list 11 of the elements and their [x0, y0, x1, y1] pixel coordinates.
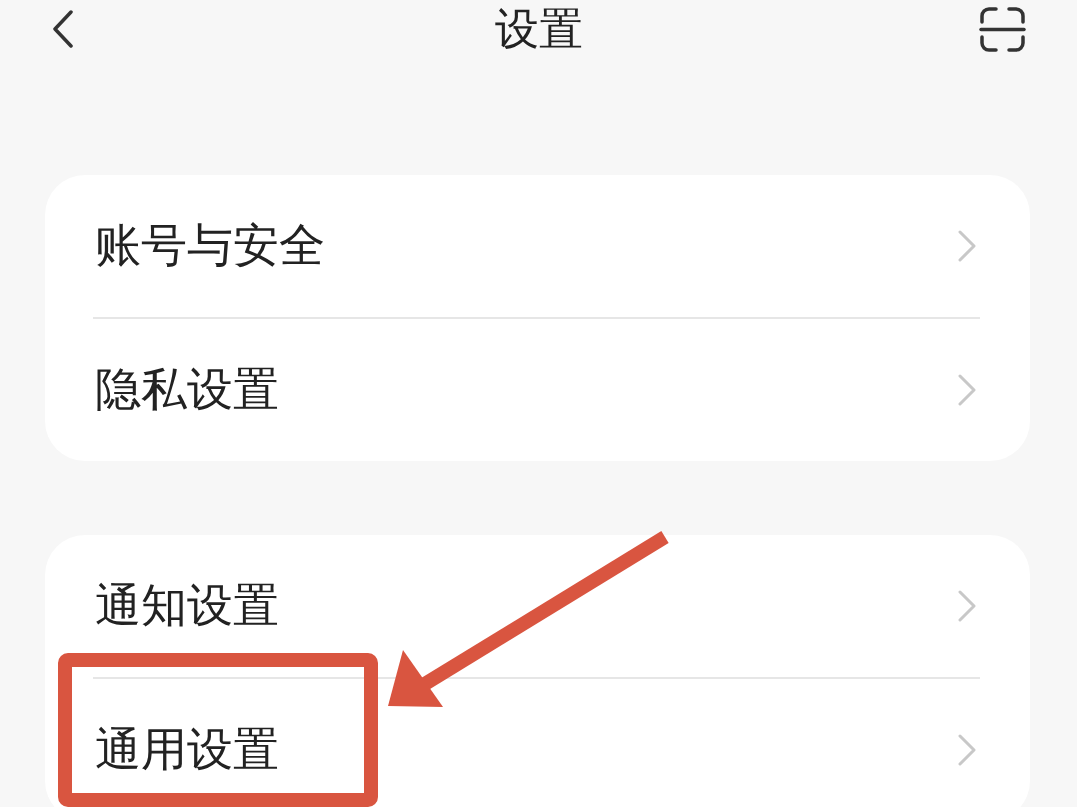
back-icon[interactable] [52, 10, 74, 48]
scan-icon[interactable] [979, 5, 1026, 53]
chevron-right-icon [958, 374, 976, 406]
settings-row[interactable]: 通用设置 [45, 679, 1030, 807]
settings-row[interactable]: 隐私设置 [45, 319, 1030, 461]
settings-row[interactable]: 通知设置 [45, 535, 1030, 677]
page-title: 设置 [495, 7, 583, 51]
chevron-right-icon [958, 734, 976, 766]
chevron-right-icon [958, 230, 976, 262]
settings-row[interactable]: 账号与安全 [45, 175, 1030, 317]
chevron-right-icon [958, 590, 976, 622]
